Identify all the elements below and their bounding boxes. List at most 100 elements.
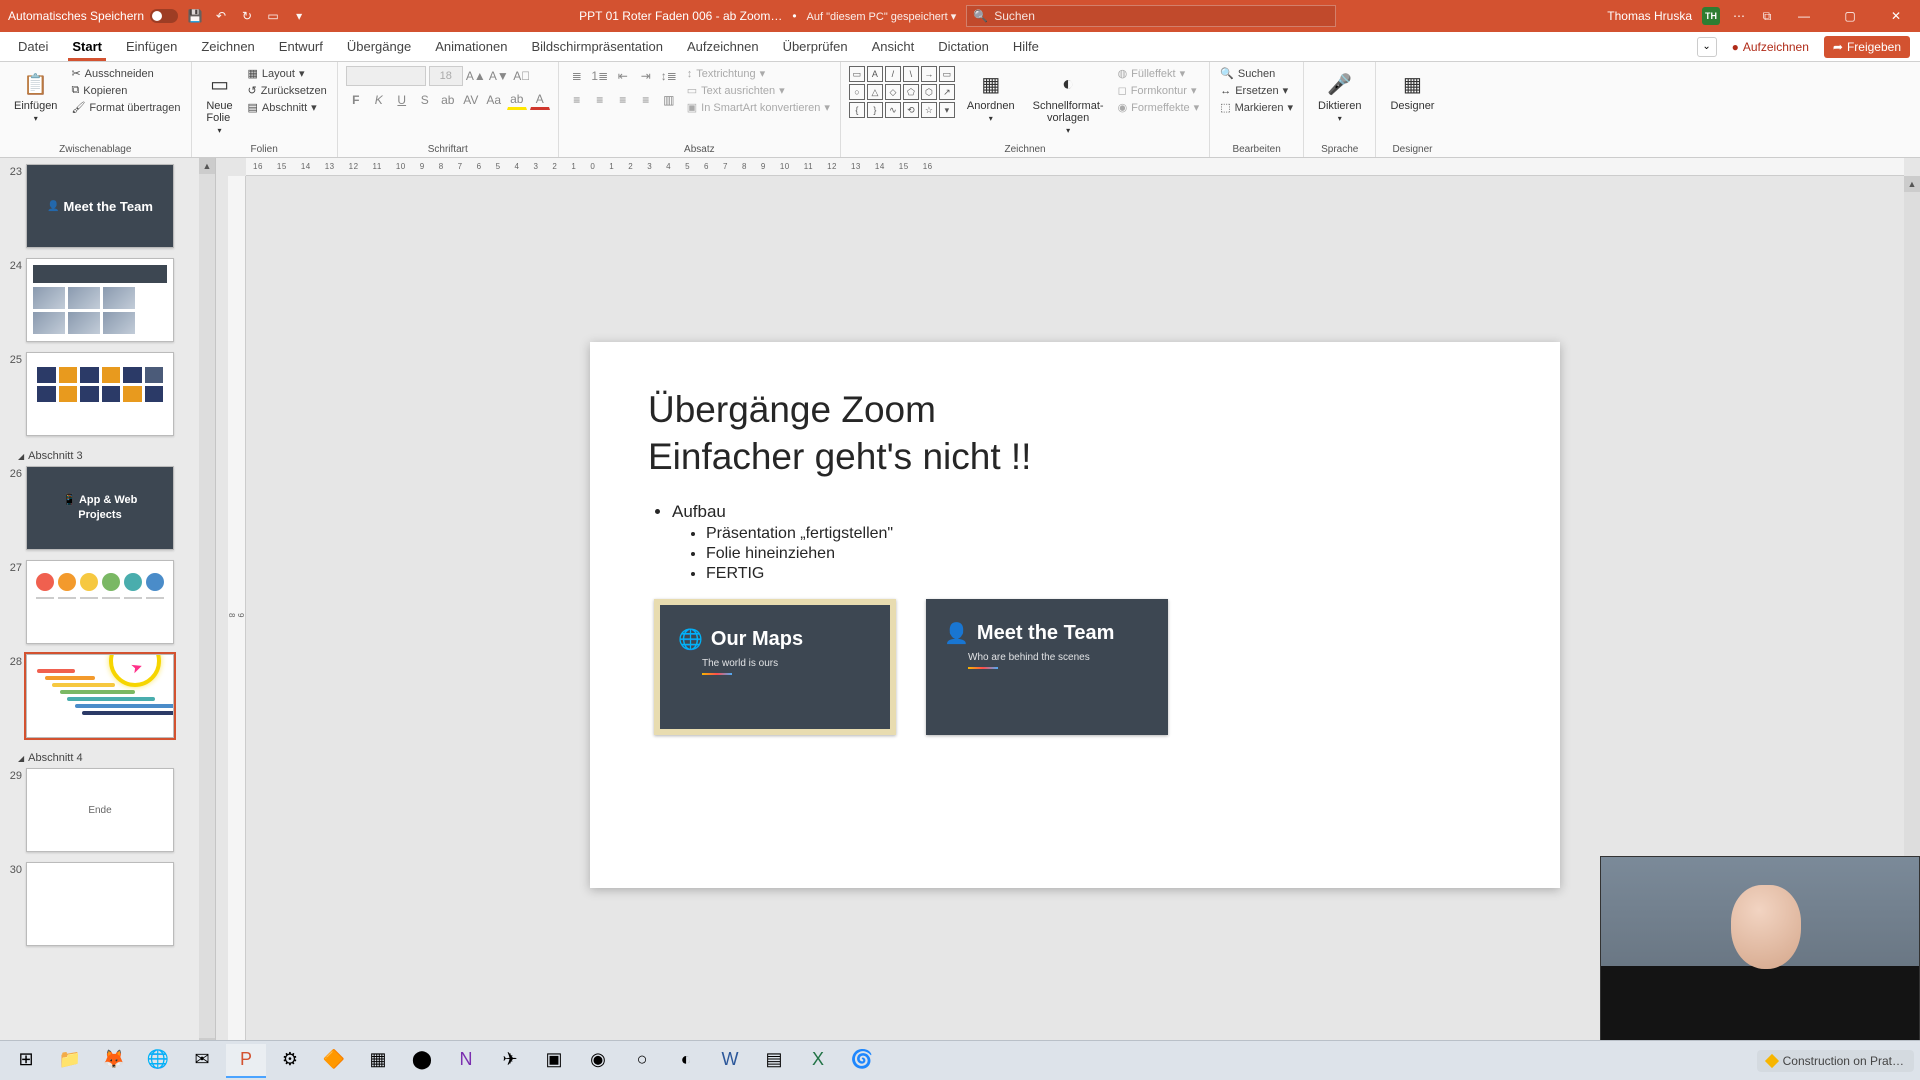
bullets-button[interactable]: ≣ (567, 66, 587, 86)
search-box[interactable]: 🔍 (966, 5, 1336, 27)
align-right-button[interactable]: ≡ (613, 90, 633, 110)
section-header-4[interactable]: ◢Abschnitt 4 (4, 748, 211, 768)
slide-content[interactable]: Übergänge ZoomEinfacher geht's nicht !! … (590, 342, 1560, 888)
designer-button[interactable]: ▦ Designer (1384, 66, 1440, 116)
highlight-color-button[interactable]: ab (507, 90, 527, 110)
format-painter-button[interactable]: 🖌Format übertragen (69, 100, 182, 115)
share-button[interactable]: ➦ Freigeben (1824, 36, 1910, 58)
taskbar-app2-icon[interactable]: ▦ (358, 1044, 398, 1078)
taskbar-app3-icon[interactable]: ⬤ (402, 1044, 442, 1078)
font-family-input[interactable] (346, 66, 426, 86)
thumbnail-slide-23[interactable]: 23 👤Meet the Team (4, 164, 211, 248)
taskbar-obs-icon[interactable]: ◉ (578, 1044, 618, 1078)
search-input[interactable] (994, 9, 1329, 23)
select-button[interactable]: ⬚Markieren ▾ (1218, 100, 1295, 115)
thumbnail-slide-30[interactable]: 30 (4, 862, 211, 946)
thumbnail-slide-29[interactable]: 29 Ende (4, 768, 211, 852)
taskbar-app-icon[interactable]: ⚙ (270, 1044, 310, 1078)
find-button[interactable]: 🔍Suchen (1218, 66, 1295, 81)
replace-button[interactable]: ↔Ersetzen ▾ (1218, 83, 1295, 98)
decrease-font-icon[interactable]: A▼ (489, 66, 509, 86)
tab-hilfe[interactable]: Hilfe (1001, 32, 1051, 61)
align-center-button[interactable]: ≡ (590, 90, 610, 110)
section-button[interactable]: ▤Abschnitt ▾ (246, 100, 329, 115)
numbering-button[interactable]: 1≣ (590, 66, 610, 86)
slide-title[interactable]: Übergänge ZoomEinfacher geht's nicht !! (648, 386, 1502, 481)
user-name[interactable]: Thomas Hruska (1607, 9, 1692, 23)
shape-outline-button[interactable]: ◻Formkontur ▾ (1116, 83, 1202, 98)
decrease-indent-button[interactable]: ⇤ (613, 66, 633, 86)
increase-font-icon[interactable]: A▲ (466, 66, 486, 86)
section-header-3[interactable]: ◢Abschnitt 3 (4, 446, 211, 466)
clear-formatting-icon[interactable]: A⃠ (512, 66, 532, 86)
thumbnail-slide-27[interactable]: 27 (4, 560, 211, 644)
user-avatar[interactable]: TH (1702, 7, 1720, 25)
taskbar-onenote-icon[interactable]: N (446, 1044, 486, 1078)
char-spacing-button[interactable]: AV (461, 90, 481, 110)
tab-dictation[interactable]: Dictation (926, 32, 1001, 61)
taskbar-app6-icon[interactable]: ◐ (666, 1044, 706, 1078)
tab-animationen[interactable]: Animationen (423, 32, 519, 61)
saved-location[interactable]: Auf "diesem PC" gespeichert ▾ (807, 10, 957, 23)
window-tool-icon[interactable]: ⧉ (1758, 7, 1776, 25)
taskbar-explorer-icon[interactable]: 📁 (50, 1044, 90, 1078)
taskbar-app7-icon[interactable]: ▤ (754, 1044, 794, 1078)
autosave-toggle[interactable]: Automatisches Speichern (8, 9, 178, 23)
taskbar-word-icon[interactable]: W (710, 1044, 750, 1078)
maximize-button[interactable]: ▢ (1832, 0, 1868, 32)
ribbon-collapse-button[interactable]: ⌄ (1697, 37, 1717, 57)
change-case-button[interactable]: Aa (484, 90, 504, 110)
paste-button[interactable]: 📋 Einfügen▾ (8, 66, 63, 127)
scroll-up-icon[interactable]: ▲ (199, 158, 215, 174)
canvas-scroll-up-icon[interactable]: ▲ (1904, 176, 1920, 192)
thumbnail-slide-26[interactable]: 26 📱 App & WebProjects (4, 466, 211, 550)
taskbar-telegram-icon[interactable]: ✈ (490, 1044, 530, 1078)
convert-smartart-button[interactable]: ▣In SmartArt konvertieren ▾ (685, 100, 832, 115)
zoom-card-meet-team[interactable]: 👤Meet the Team Who are behind the scenes (926, 599, 1168, 735)
dictate-button[interactable]: 🎤 Diktieren▾ (1312, 66, 1367, 127)
thumbnail-slide-25[interactable]: 25 (4, 352, 211, 436)
reset-button[interactable]: ↺Zurücksetzen (246, 83, 329, 98)
copy-button[interactable]: ⧉Kopieren (69, 83, 182, 98)
tab-uebergaenge[interactable]: Übergänge (335, 32, 423, 61)
text-shadow-button[interactable]: ab (438, 90, 458, 110)
tab-einfuegen[interactable]: Einfügen (114, 32, 189, 61)
columns-button[interactable]: ▥ (659, 90, 679, 110)
thumbnail-slide-28[interactable]: 28 ➤ (4, 654, 211, 738)
taskbar-app5-icon[interactable]: ○ (622, 1044, 662, 1078)
start-button[interactable]: ⊞ (6, 1044, 46, 1078)
strikethrough-button[interactable]: S (415, 90, 435, 110)
undo-icon[interactable]: ↶ (212, 7, 230, 25)
increase-indent-button[interactable]: ⇥ (636, 66, 656, 86)
cut-button[interactable]: ✂Ausschneiden (69, 66, 182, 81)
quick-styles-button[interactable]: ◐ Schnellformat- vorlagen▾ (1027, 66, 1110, 139)
arrange-button[interactable]: ▦ Anordnen▾ (961, 66, 1021, 127)
ribbon-display-icon[interactable]: ⋯ (1730, 7, 1748, 25)
taskbar-chrome-icon[interactable]: 🌐 (138, 1044, 178, 1078)
tab-entwurf[interactable]: Entwurf (267, 32, 335, 61)
taskbar-vlc-icon[interactable]: 🔶 (314, 1044, 354, 1078)
redo-icon[interactable]: ↻ (238, 7, 256, 25)
tab-start[interactable]: Start (60, 32, 114, 61)
justify-button[interactable]: ≡ (636, 90, 656, 110)
taskbar-app4-icon[interactable]: ▣ (534, 1044, 574, 1078)
tab-datei[interactable]: Datei (6, 32, 60, 61)
text-direction-button[interactable]: ↕Textrichtung ▾ (685, 66, 832, 81)
thumbnail-scrollbar[interactable]: ▲ ▼ (199, 158, 215, 1054)
align-left-button[interactable]: ≡ (567, 90, 587, 110)
new-slide-button[interactable]: ▭ Neue Folie▾ (200, 66, 240, 139)
tab-zeichnen[interactable]: Zeichnen (189, 32, 266, 61)
present-from-start-icon[interactable]: ▭ (264, 7, 282, 25)
shapes-gallery[interactable]: ▭A/\→▭ ○△◇⬠⬡↗ {}∿⟲☆▾ (849, 66, 955, 118)
taskbar-edge-icon[interactable]: 🌀 (842, 1044, 882, 1078)
tab-ansicht[interactable]: Ansicht (860, 32, 927, 61)
tab-aufzeichnen[interactable]: Aufzeichnen (675, 32, 771, 61)
taskbar-outlook-icon[interactable]: ✉ (182, 1044, 222, 1078)
layout-button[interactable]: ▦Layout ▾ (246, 66, 329, 81)
shape-fill-button[interactable]: ◍Fülleffekt ▾ (1116, 66, 1202, 81)
slide-body[interactable]: Aufbau Präsentation „fertigstellen" Foli… (648, 501, 1502, 585)
font-size-input[interactable] (429, 66, 463, 86)
document-title[interactable]: PPT 01 Roter Faden 006 - ab Zoom… (579, 9, 782, 23)
align-text-button[interactable]: ▭Text ausrichten ▾ (685, 83, 832, 98)
italic-button[interactable]: K (369, 90, 389, 110)
